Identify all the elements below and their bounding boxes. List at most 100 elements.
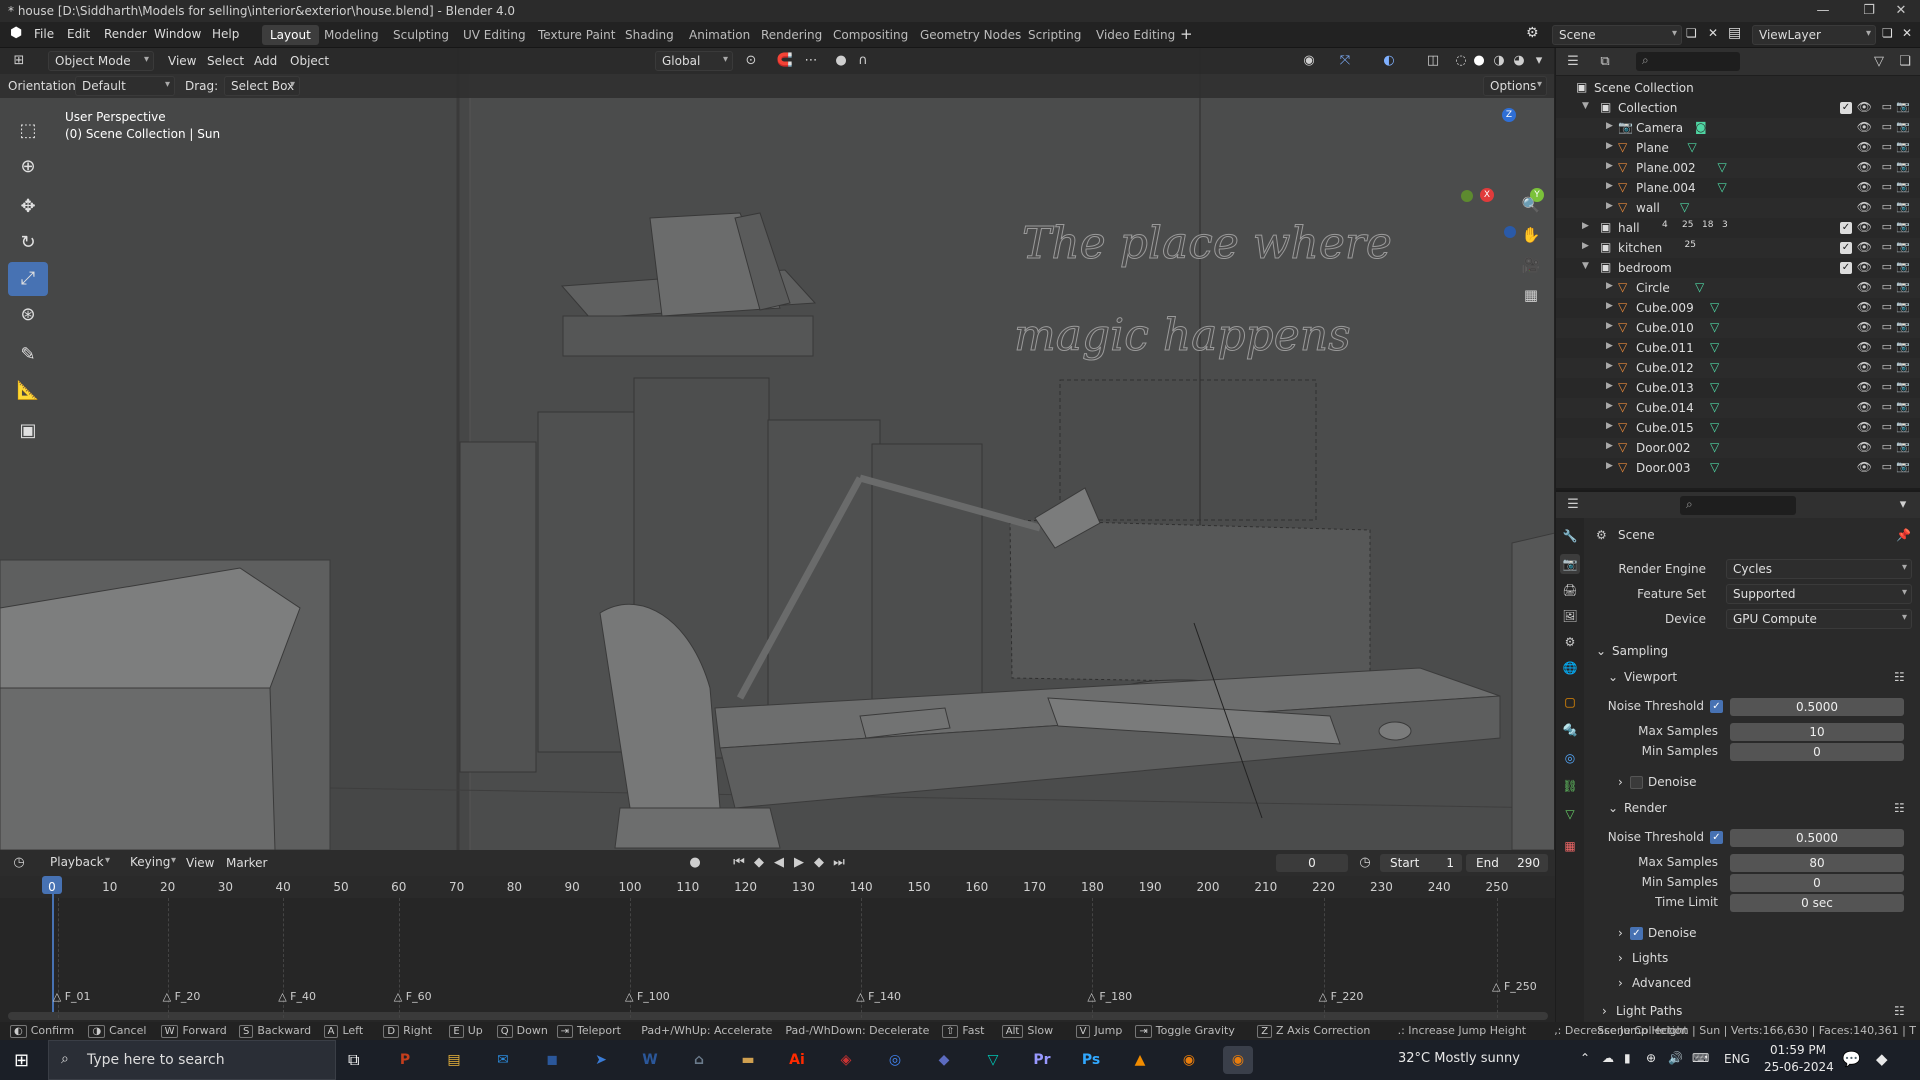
mesh-data-icon[interactable]: ▽	[1710, 440, 1719, 454]
expand-arrow-icon[interactable]: ▶	[1606, 401, 1613, 411]
outliner-row-door-003[interactable]: ▶ ▽ Door.003 ▽ 👁 ▭ 📷	[1556, 458, 1920, 478]
advanced-chevron-icon[interactable]: ›	[1618, 976, 1623, 990]
snap-target-icon[interactable]: ⋯	[800, 51, 822, 71]
timeline-marker[interactable]: △ F_100	[625, 990, 670, 1003]
render-disable-icon[interactable]: 📷	[1896, 120, 1910, 133]
render-disable-icon[interactable]: 📷	[1896, 200, 1910, 213]
visibility-eye-icon[interactable]: 👁	[1857, 140, 1872, 154]
gizmo-x-axis[interactable]: X	[1480, 188, 1494, 202]
mesh-data-icon[interactable]: ▽	[1710, 400, 1719, 414]
menu-file[interactable]: File	[34, 27, 54, 41]
gizmo-toggle-icon[interactable]: ⤧	[1334, 51, 1356, 71]
world-tab-icon[interactable]: 🌐	[1560, 658, 1580, 678]
modifiers-tab-icon[interactable]: 🔩	[1560, 720, 1580, 740]
zoom-icon[interactable]: 🔍	[1520, 195, 1542, 215]
pan-hand-icon[interactable]: ✋	[1520, 225, 1542, 245]
store-app-icon[interactable]: ◼	[537, 1046, 567, 1074]
expand-arrow-icon[interactable]: ▶	[1606, 201, 1613, 211]
battery-icon[interactable]: ▮	[1624, 1051, 1631, 1065]
viewport-disable-icon[interactable]: ▭	[1882, 440, 1892, 453]
viewport-presets-icon[interactable]: ☷	[1894, 670, 1905, 684]
mesh-data-icon[interactable]: ▽	[1718, 180, 1727, 194]
transform-orientation-selector[interactable]: Global	[655, 51, 733, 71]
drag-selector[interactable]: Select Box	[224, 76, 300, 96]
render-disable-icon[interactable]: 📷	[1896, 460, 1910, 473]
mesh-data-icon[interactable]: ▽	[1710, 460, 1719, 474]
expand-arrow-icon[interactable]: ▶	[1606, 181, 1613, 191]
premiere-app-icon[interactable]: Pr	[1027, 1046, 1057, 1074]
workspace-tab-compositing[interactable]: Compositing	[825, 25, 916, 45]
snap-icon[interactable]: 🧲	[774, 51, 796, 71]
mesh-data-icon[interactable]: ▽	[1710, 420, 1719, 434]
outliner-display-mode-icon[interactable]: ⧉	[1594, 52, 1616, 72]
add-workspace-icon[interactable]: +	[1180, 25, 1193, 43]
workspace-tab-modeling[interactable]: Modeling	[316, 25, 387, 45]
workspace-tab-video-editing[interactable]: Video Editing	[1088, 25, 1183, 45]
timeline-view-menu[interactable]: View	[186, 856, 214, 870]
visibility-eye-icon[interactable]: 👁	[1857, 260, 1872, 274]
render-disable-icon[interactable]: 📷	[1896, 340, 1910, 353]
lights-subpanel-header[interactable]: Lights	[1632, 951, 1668, 965]
selectability-icon[interactable]: ◉	[1298, 51, 1320, 71]
workspace-tab-scripting[interactable]: Scripting	[1020, 25, 1089, 45]
new-view-layer-icon[interactable]: ❏	[1882, 26, 1893, 40]
viewport-disable-icon[interactable]: ▭	[1882, 460, 1892, 473]
render-disable-icon[interactable]: 📷	[1896, 300, 1910, 313]
outliner-row-plane-004[interactable]: ▶ ▽ Plane.004 ▽ 👁 ▭ 📷	[1556, 178, 1920, 198]
outliner-row-door-002[interactable]: ▶ ▽ Door.002 ▽ 👁 ▭ 📷	[1556, 438, 1920, 458]
workspace-tab-animation[interactable]: Animation	[681, 25, 758, 45]
rotate-tool-icon[interactable]: ↻	[8, 226, 48, 260]
outliner-row-cube-012[interactable]: ▶ ▽ Cube.012 ▽ 👁 ▭ 📷	[1556, 358, 1920, 378]
properties-options-icon[interactable]: ▾	[1892, 495, 1914, 515]
viewport-denoise-checkbox[interactable]	[1630, 776, 1643, 789]
blender-logo-icon[interactable]: ⬢	[10, 25, 22, 41]
viewport-disable-icon[interactable]: ▭	[1882, 360, 1892, 373]
outliner-row-cube-009[interactable]: ▶ ▽ Cube.009 ▽ 👁 ▭ 📷	[1556, 298, 1920, 318]
expand-arrow-icon[interactable]: ▶	[1606, 121, 1613, 131]
exclude-checkbox[interactable]: ✓	[1840, 242, 1852, 254]
visibility-eye-icon[interactable]: 👁	[1857, 420, 1872, 434]
mesh-data-icon[interactable]: ▽	[1710, 340, 1719, 354]
illustrator-app-icon[interactable]: Ai	[782, 1046, 812, 1074]
onedrive-icon[interactable]: ☁	[1602, 1051, 1614, 1065]
render-noise-threshold-field[interactable]: 0.5000	[1730, 829, 1904, 847]
mesh-data-icon[interactable]: ▽	[1688, 140, 1697, 154]
play-reverse-icon[interactable]: ◀	[768, 853, 790, 873]
taskbar-search-input[interactable]: ⌕ Type here to search	[48, 1040, 336, 1080]
mesh-data-icon[interactable]: ▽	[1710, 360, 1719, 374]
jump-prev-keyframe-icon[interactable]: ◆	[748, 853, 770, 873]
workspace-tab-rendering[interactable]: Rendering	[753, 25, 830, 45]
viewport-menu-select[interactable]: Select	[207, 54, 244, 68]
task-view-icon[interactable]: ⧉	[348, 1050, 359, 1070]
feature-set-select[interactable]: Supported	[1726, 584, 1912, 604]
menu-help[interactable]: Help	[212, 27, 239, 41]
lights-chevron-icon[interactable]: ›	[1618, 951, 1623, 965]
timeline-scrollbar[interactable]	[8, 1012, 1548, 1020]
timeline-marker[interactable]: △ F_180	[1087, 990, 1132, 1003]
viewport-max-samples-field[interactable]: 10	[1730, 723, 1904, 741]
show-hidden-icons-icon[interactable]: ⌃	[1580, 1051, 1590, 1065]
editor-type-icon[interactable]: ⊞	[8, 51, 30, 71]
pin-icon[interactable]: 📌	[1896, 528, 1911, 542]
timeline-marker[interactable]: △ F_40	[278, 990, 316, 1003]
mode-selector[interactable]: Object Mode	[48, 51, 154, 71]
workspace-tab-uv-editing[interactable]: UV Editing	[455, 25, 534, 45]
clock-time[interactable]: 01:59 PM	[1770, 1043, 1826, 1057]
volume-icon[interactable]: 🔊	[1668, 1051, 1683, 1065]
render-disable-icon[interactable]: 📷	[1896, 380, 1910, 393]
render-disable-icon[interactable]: 📷	[1896, 240, 1910, 253]
copilot-icon[interactable]: ◆	[1876, 1050, 1888, 1068]
menu-window[interactable]: Window	[154, 27, 201, 41]
timeline-frame-ruler[interactable]: 0 10 20 30 40 50 60 70 80 90 100 110 120 130 140 150 160…	[0, 876, 1555, 898]
viewport-disable-icon[interactable]: ▭	[1882, 240, 1892, 253]
gizmo-z-axis[interactable]: Z	[1502, 108, 1516, 122]
notifications-icon[interactable]: 💬	[1842, 1050, 1861, 1068]
viewport-disable-icon[interactable]: ▭	[1882, 160, 1892, 173]
falloff-icon[interactable]: ∩	[852, 51, 874, 71]
render-disable-icon[interactable]: 📷	[1896, 360, 1910, 373]
scene-icon[interactable]: ⚙	[1526, 25, 1539, 41]
mesh-data-icon[interactable]: ▽	[1710, 300, 1719, 314]
outliner-row-cube-014[interactable]: ▶ ▽ Cube.014 ▽ 👁 ▭ 📷	[1556, 398, 1920, 418]
chrome-app-icon[interactable]: ◎	[880, 1046, 910, 1074]
material-shading-icon[interactable]: ◑	[1488, 51, 1510, 71]
